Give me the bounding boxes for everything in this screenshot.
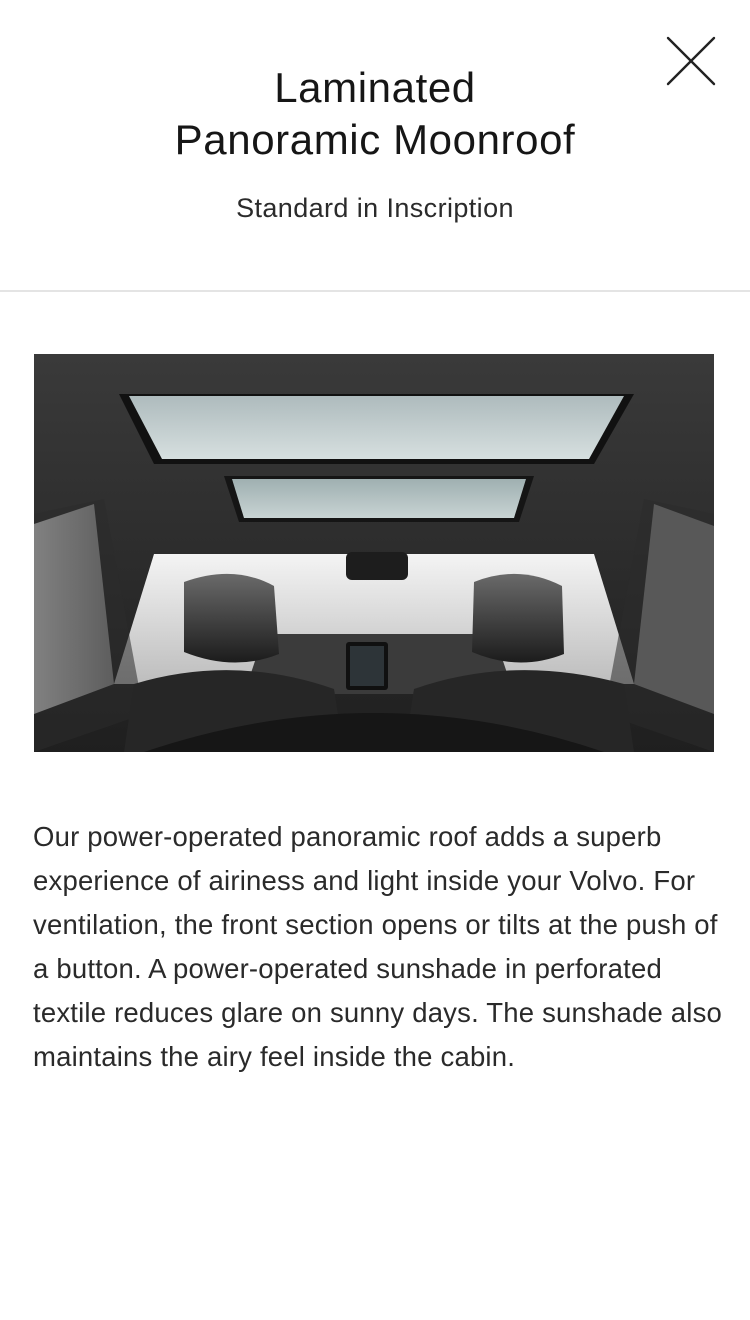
title-line-1: Laminated	[274, 64, 476, 111]
modal-header: Laminated Panoramic Moonroof Standard in…	[0, 0, 750, 291]
header-divider	[0, 290, 750, 292]
close-icon	[666, 36, 716, 86]
page-title: Laminated Panoramic Moonroof	[0, 62, 750, 166]
title-line-2: Panoramic Moonroof	[174, 116, 576, 163]
moonroof-photo	[34, 354, 714, 752]
close-button[interactable]	[666, 36, 716, 86]
availability-subtitle: Standard in Inscription	[236, 193, 514, 223]
feature-description: Our power-operated panoramic roof adds a…	[33, 821, 723, 1072]
